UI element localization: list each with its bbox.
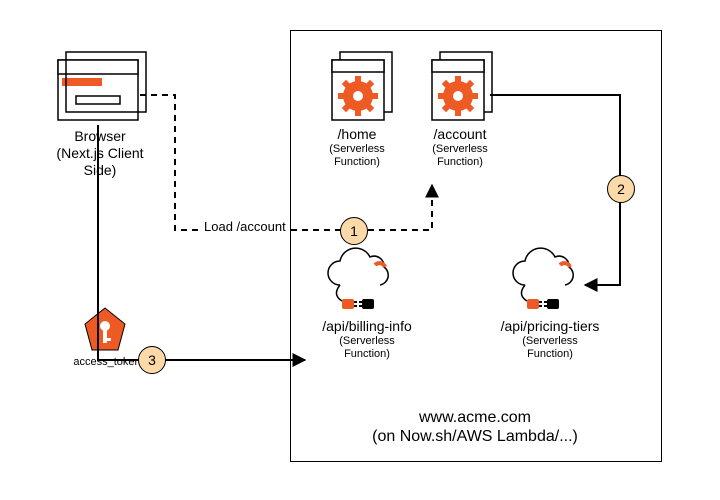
server-title1: www.acme.com xyxy=(300,408,650,427)
billing-label: /api/billing-info (Serverless Function) xyxy=(302,318,432,361)
home-sub2: Function) xyxy=(312,156,402,169)
step-3-badge: 3 xyxy=(138,346,166,374)
browser-icon xyxy=(58,52,146,120)
server-title2: (on Now.sh/AWS Lambda/...) xyxy=(300,427,650,446)
account-path: /account xyxy=(412,126,508,143)
billing-cloud-icon xyxy=(328,248,388,309)
server-box-caption: www.acme.com (on Now.sh/AWS Lambda/...) xyxy=(300,408,650,446)
pricing-path: /api/pricing-tiers xyxy=(480,318,620,335)
step-2-badge: 2 xyxy=(607,175,635,203)
account-label: /account (Serverless Function) xyxy=(412,126,508,169)
browser-sub1: (Next.js Client xyxy=(40,145,160,162)
pricing-sub2: Function) xyxy=(480,348,620,361)
billing-sub1: (Serverless xyxy=(302,335,432,348)
edge-load-label: Load /account xyxy=(202,218,288,235)
home-path: /home xyxy=(312,126,402,143)
architecture-diagram: Browser (Next.js Client Side) /home (Ser… xyxy=(0,0,720,500)
browser-title: Browser xyxy=(40,128,160,145)
home-window-icon xyxy=(332,52,392,120)
account-sub1: (Serverless xyxy=(412,143,508,156)
home-label: /home (Serverless Function) xyxy=(312,126,402,169)
pricing-cloud-icon xyxy=(513,248,573,309)
home-sub1: (Serverless xyxy=(312,143,402,156)
browser-sub2: Side) xyxy=(40,162,160,179)
billing-path: /api/billing-info xyxy=(302,318,432,335)
account-window-icon xyxy=(432,52,492,120)
account-sub2: Function) xyxy=(412,156,508,169)
pricing-label: /api/pricing-tiers (Serverless Function) xyxy=(480,318,620,361)
step-1-badge: 1 xyxy=(340,217,368,245)
access-token-icon xyxy=(85,308,125,350)
browser-label: Browser (Next.js Client Side) xyxy=(40,128,160,178)
pricing-sub1: (Serverless xyxy=(480,335,620,348)
billing-sub2: Function) xyxy=(302,348,432,361)
